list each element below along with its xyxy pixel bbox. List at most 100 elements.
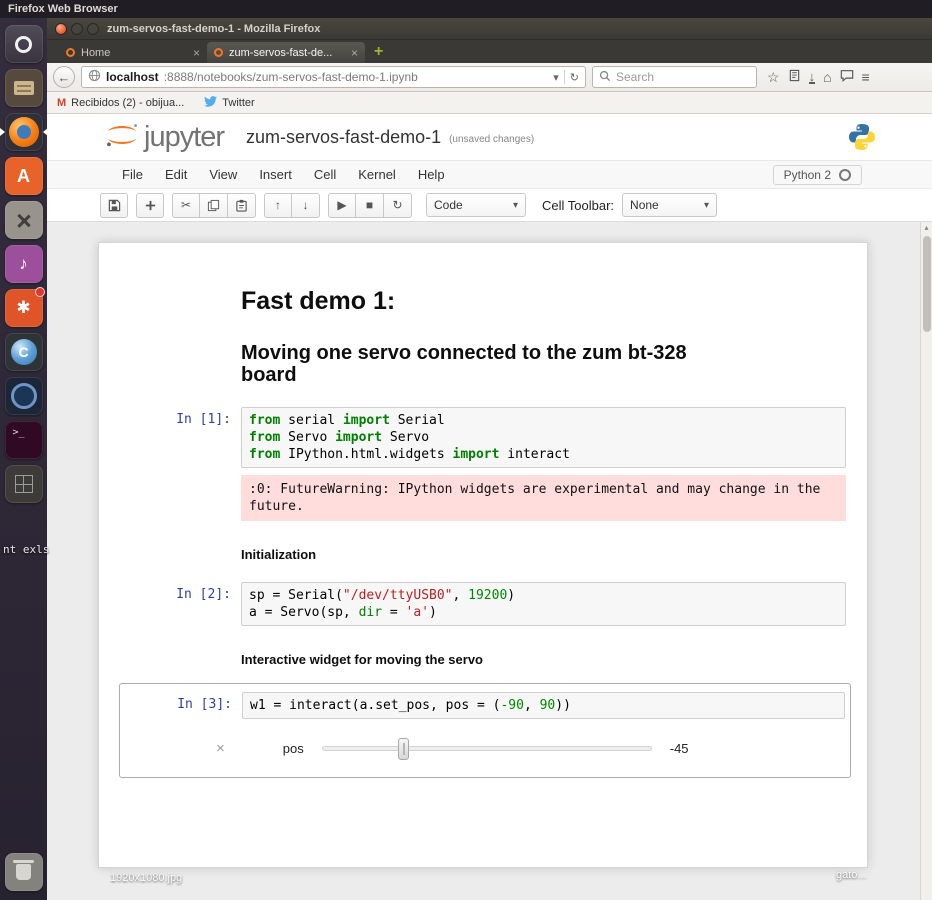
- selected-cell[interactable]: In [3]: w1 = interact(a.set_pos, pos = (…: [119, 683, 851, 778]
- code-line: w1 = interact(a.set_pos, pos = (-90, 90)…: [250, 697, 837, 714]
- bookmarks-menu-icon[interactable]: [788, 69, 801, 85]
- cell-toolbar-select[interactable]: None ▾: [622, 193, 717, 217]
- menu-insert[interactable]: Insert: [248, 167, 303, 182]
- twitter-icon: [204, 96, 217, 110]
- scrollbar-thumb[interactable]: [923, 236, 931, 332]
- launcher-trash-icon[interactable]: [5, 853, 43, 891]
- trash-icon: [16, 864, 31, 880]
- downloads-icon[interactable]: ↓: [809, 71, 816, 84]
- code-token: a = Servo(sp,: [249, 605, 359, 620]
- scrollbar-up-icon[interactable]: ▴: [921, 222, 932, 234]
- cut-cell-button[interactable]: ✂: [172, 193, 200, 218]
- navigation-toolbar: ← localhost:8888/notebooks/zum-servos-fa…: [47, 63, 932, 92]
- launcher-browser-icon[interactable]: [5, 377, 43, 415]
- url-dropdown-icon[interactable]: ▾: [553, 71, 559, 84]
- cell-type-select[interactable]: Code ▾: [426, 193, 526, 217]
- search-bar[interactable]: Search: [592, 66, 757, 88]
- launcher-files-icon[interactable]: [5, 69, 43, 107]
- launcher-dash-icon[interactable]: [5, 25, 43, 63]
- nav-action-icons: ☆ ↓ ⌂ ≡: [767, 69, 870, 86]
- launcher-terminal-icon[interactable]: >_: [5, 421, 43, 459]
- code-cell-3[interactable]: In [3]: w1 = interact(a.set_pos, pos = (…: [120, 692, 845, 719]
- bookmark-gmail[interactable]: M Recibidos (2) - obijua...: [57, 97, 184, 109]
- jupyter-logo-icon[interactable]: [105, 121, 139, 154]
- launcher-system-settings-icon[interactable]: ✱: [5, 289, 43, 327]
- chevron-down-icon: ▾: [704, 200, 709, 211]
- menu-edit[interactable]: Edit: [154, 167, 198, 182]
- code-editor[interactable]: sp = Serial("/dev/ttyUSB0", 19200)a = Se…: [241, 582, 846, 626]
- code-cell-2[interactable]: In [2]: sp = Serial("/dev/ttyUSB0", 1920…: [99, 582, 846, 626]
- input-prompt: In [3]:: [120, 692, 242, 719]
- kernel-name: Python 2: [784, 168, 831, 182]
- page-scrollbar[interactable]: ▴: [920, 222, 932, 900]
- new-tab-button[interactable]: +: [365, 43, 392, 61]
- back-button[interactable]: ←: [53, 66, 75, 88]
- menu-help[interactable]: Help: [407, 167, 456, 182]
- launcher-software-tools-icon[interactable]: [5, 201, 43, 239]
- launcher-software-center-icon[interactable]: A: [5, 157, 43, 195]
- tab-label: Home: [81, 47, 110, 59]
- insert-cell-button[interactable]: [136, 193, 164, 218]
- bookmark-label: Twitter: [222, 97, 254, 109]
- desktop-stray-label: nt exls: [3, 543, 49, 556]
- bookmark-star-icon[interactable]: ☆: [767, 69, 780, 86]
- reload-icon[interactable]: ↻: [570, 71, 579, 84]
- widget-close-button[interactable]: ×: [216, 740, 225, 757]
- tab-home[interactable]: Home ×: [59, 42, 207, 63]
- tab-strip: Home × zum-servos-fast-de... × +: [47, 40, 932, 63]
- browser-icon: [11, 383, 37, 409]
- desktop: Firefox Web Browser A ♪ ✱ C >_ zum-servo…: [0, 0, 932, 900]
- home-icon[interactable]: ⌂: [823, 69, 831, 85]
- code-cell-1[interactable]: In [1]: from serial import Serialfrom Se…: [99, 407, 846, 468]
- url-bar[interactable]: localhost:8888/notebooks/zum-servos-fast…: [81, 66, 586, 88]
- code-token: import: [343, 413, 390, 428]
- code-token: import: [335, 430, 382, 445]
- tab-close-icon[interactable]: ×: [347, 46, 358, 60]
- slider-handle[interactable]: [398, 738, 409, 760]
- search-placeholder: Search: [616, 70, 654, 84]
- code-editor[interactable]: from serial import Serialfrom Servo impo…: [241, 407, 846, 468]
- jupyter-brand[interactable]: jupyter: [144, 121, 224, 154]
- launcher-workspace-switcher-icon[interactable]: [5, 465, 43, 503]
- menu-file[interactable]: File: [111, 167, 154, 182]
- hamburger-menu-icon[interactable]: ≡: [862, 69, 870, 85]
- menu-view[interactable]: View: [198, 167, 248, 182]
- launcher-firefox-icon[interactable]: [5, 113, 43, 151]
- notebook-container: Fast demo 1: Moving one servo connected …: [98, 242, 868, 868]
- paste-cell-button[interactable]: [228, 193, 256, 218]
- window-titlebar[interactable]: zum-servos-fast-demo-1 - Mozilla Firefox: [47, 18, 932, 40]
- desktop-file-label: gato...: [836, 869, 867, 881]
- slider-label: pos: [283, 741, 304, 756]
- heading-moving-servo: Moving one servo connected to the zum bt…: [241, 342, 741, 387]
- tab-close-icon[interactable]: ×: [189, 46, 200, 60]
- window-maximize-button[interactable]: [87, 23, 99, 35]
- window-close-button[interactable]: [55, 23, 67, 35]
- firefox-icon: [9, 117, 39, 147]
- code-token: ,: [524, 698, 540, 713]
- copy-cell-button[interactable]: [200, 193, 228, 218]
- tools-icon: [17, 213, 30, 226]
- run-cell-button[interactable]: ▶: [328, 193, 356, 218]
- menu-cell[interactable]: Cell: [303, 167, 347, 182]
- launcher-chromium-icon[interactable]: C: [5, 333, 43, 371]
- launcher-media-player-icon[interactable]: ♪: [5, 245, 43, 283]
- interrupt-kernel-button[interactable]: ■: [356, 193, 384, 218]
- code-token: )): [555, 698, 571, 713]
- restart-kernel-button[interactable]: ↻: [384, 193, 412, 218]
- bookmark-twitter[interactable]: Twitter: [204, 96, 254, 110]
- move-cell-up-button[interactable]: ↑: [264, 193, 292, 218]
- move-cell-down-button[interactable]: ↓: [292, 193, 320, 218]
- pos-slider[interactable]: [322, 746, 652, 751]
- menu-kernel[interactable]: Kernel: [347, 167, 407, 182]
- code-token: serial: [280, 413, 343, 428]
- gear-icon: ✱: [16, 298, 30, 318]
- notebook-header: jupyter zum-servos-fast-demo-1 (unsaved …: [47, 114, 932, 160]
- window-minimize-button[interactable]: [71, 23, 83, 35]
- code-editor[interactable]: w1 = interact(a.set_pos, pos = (-90, 90)…: [242, 692, 845, 719]
- code-line: sp = Serial("/dev/ttyUSB0", 19200): [249, 587, 838, 604]
- chat-bubble-icon[interactable]: [840, 69, 854, 85]
- notebook-page: jupyter zum-servos-fast-demo-1 (unsaved …: [47, 114, 932, 900]
- save-button[interactable]: [100, 193, 128, 218]
- notebook-title[interactable]: zum-servos-fast-demo-1: [246, 127, 441, 148]
- tab-notebook[interactable]: zum-servos-fast-de... ×: [207, 42, 365, 63]
